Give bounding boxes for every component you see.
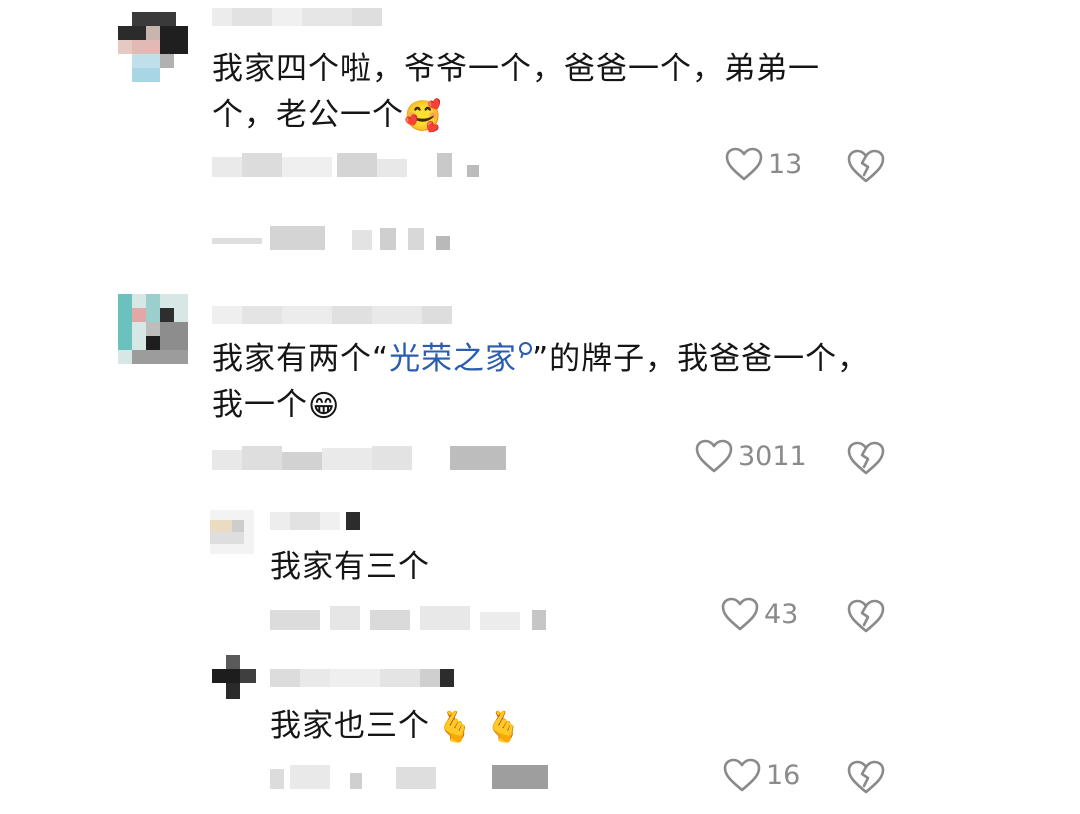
broken-heart-icon[interactable] xyxy=(846,148,886,184)
like-count: 13 xyxy=(768,148,803,180)
comment-meta xyxy=(212,153,492,177)
like-count: 43 xyxy=(764,598,799,630)
username[interactable] xyxy=(270,669,454,687)
grinning-emoji: 😁 xyxy=(308,388,341,424)
finger-heart-emoji: 🫰 🫰 xyxy=(436,709,524,745)
avatar[interactable] xyxy=(118,12,188,82)
like-button[interactable]: 43 xyxy=(720,596,798,632)
reply-text: 我家有三个 xyxy=(270,549,430,585)
like-button[interactable]: 13 xyxy=(724,146,802,182)
broken-heart-icon[interactable] xyxy=(846,440,886,476)
comment-meta xyxy=(212,446,512,470)
avatar[interactable] xyxy=(210,510,254,554)
username[interactable] xyxy=(212,8,382,26)
view-replies-link[interactable] xyxy=(212,226,452,250)
comment-text: 我家有两个“光荣之家 ”的牌子，我爸爸一个， 我一个😁 xyxy=(212,341,870,424)
comment-text: 我家四个啦，爷爷一个，爸爸一个，弟弟一 个，老公一个🥰 xyxy=(212,51,820,134)
heart-outline-icon xyxy=(695,439,733,473)
reply-meta xyxy=(270,606,570,630)
comment-item: 我家有两个“光荣之家 ”的牌子，我爸爸一个， 我一个😁 3011 xyxy=(0,290,1080,490)
heart-outline-icon xyxy=(721,597,759,631)
username[interactable] xyxy=(212,306,452,324)
like-count: 3011 xyxy=(738,440,807,472)
reply-text: 我家也三个 🫰 🫰 xyxy=(270,708,524,745)
comment-item: 我家四个啦，爷爷一个，爸爸一个，弟弟一 个，老公一个🥰 13 xyxy=(0,0,1080,270)
like-count: 16 xyxy=(766,759,801,791)
search-link[interactable]: 光荣之家 xyxy=(389,341,517,377)
heart-outline-icon xyxy=(723,758,761,792)
like-button[interactable]: 3011 xyxy=(694,438,807,474)
reply-meta xyxy=(270,765,560,789)
heart-outline-icon xyxy=(725,147,763,181)
reply-item: 我家也三个 🫰 🫰 16 xyxy=(0,655,1080,814)
avatar[interactable] xyxy=(212,655,256,699)
reply-item: 我家有三个 43 xyxy=(0,500,1080,650)
like-button[interactable]: 16 xyxy=(722,757,800,793)
avatar[interactable] xyxy=(118,294,188,364)
hugging-heart-emoji: 🥰 xyxy=(404,98,443,134)
broken-heart-icon[interactable] xyxy=(846,598,886,634)
username[interactable] xyxy=(270,512,360,530)
search-icon[interactable] xyxy=(518,342,533,356)
broken-heart-icon[interactable] xyxy=(846,759,886,795)
